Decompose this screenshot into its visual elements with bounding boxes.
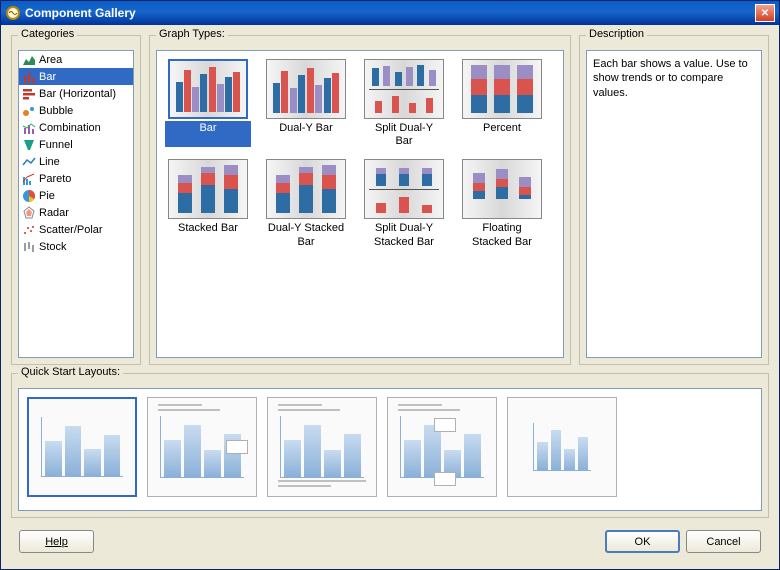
graph-type-splitdualy[interactable]: Split Dual-Y Bar bbox=[361, 59, 447, 149]
graph-type-dualystacked[interactable]: Dual-Y Stacked Bar bbox=[263, 159, 349, 249]
graph-thumb bbox=[364, 159, 444, 219]
window-title: Component Gallery bbox=[25, 6, 755, 20]
category-item-stock[interactable]: Stock bbox=[19, 238, 133, 255]
category-label: Radar bbox=[39, 207, 69, 219]
hbar-icon bbox=[22, 87, 36, 101]
category-item-pareto[interactable]: Pareto bbox=[19, 170, 133, 187]
category-label: Area bbox=[39, 54, 62, 66]
graph-type-label: Split Dual-Y Bar bbox=[361, 121, 447, 149]
layouts-row[interactable] bbox=[18, 388, 762, 511]
graph-thumb bbox=[266, 159, 346, 219]
types-legend: Graph Types: bbox=[156, 28, 228, 40]
dialog-window: Component Gallery ✕ Categories AreaBarBa… bbox=[0, 0, 780, 570]
combo-icon bbox=[22, 121, 36, 135]
category-label: Pareto bbox=[39, 173, 71, 185]
funnel-icon bbox=[22, 138, 36, 152]
close-button[interactable]: ✕ bbox=[755, 4, 775, 22]
graph-type-bar[interactable]: Bar bbox=[165, 59, 251, 149]
description-text: Each bar shows a value. Use to show tren… bbox=[586, 50, 762, 358]
pie-icon bbox=[22, 189, 36, 203]
description-legend: Description bbox=[586, 28, 647, 40]
category-label: Pie bbox=[39, 190, 55, 202]
button-row: Help OK Cancel bbox=[11, 526, 769, 557]
graph-type-dualy[interactable]: Dual-Y Bar bbox=[263, 59, 349, 149]
scatter-icon bbox=[22, 223, 36, 237]
titlebar: Component Gallery ✕ bbox=[1, 1, 779, 25]
category-item-line[interactable]: Line bbox=[19, 153, 133, 170]
layout-option-0[interactable] bbox=[27, 397, 137, 497]
graph-thumb bbox=[462, 159, 542, 219]
category-item-funnel[interactable]: Funnel bbox=[19, 136, 133, 153]
bubble-icon bbox=[22, 104, 36, 118]
category-label: Bubble bbox=[39, 105, 73, 117]
ok-button[interactable]: OK bbox=[605, 530, 680, 553]
graph-thumb bbox=[168, 59, 248, 119]
app-icon bbox=[5, 5, 21, 21]
graph-types-grid[interactable]: Bar Dual-Y Bar Split Dual-Y Bar Percent Stac… bbox=[156, 50, 564, 358]
layout-option-3[interactable] bbox=[387, 397, 497, 497]
radar-icon bbox=[22, 206, 36, 220]
graph-type-splitdualystacked[interactable]: Split Dual-Y Stacked Bar bbox=[361, 159, 447, 249]
categories-panel: Categories AreaBarBar (Horizontal)Bubble… bbox=[11, 35, 141, 365]
graph-thumb bbox=[364, 59, 444, 119]
layouts-legend: Quick Start Layouts: bbox=[18, 366, 123, 378]
graph-type-label: Stacked Bar bbox=[174, 221, 242, 247]
category-item-bar[interactable]: Bar bbox=[19, 68, 133, 85]
category-item-radar[interactable]: Radar bbox=[19, 204, 133, 221]
bar-icon bbox=[22, 70, 36, 84]
pareto-icon bbox=[22, 172, 36, 186]
graph-type-label: Floating Stacked Bar bbox=[459, 221, 545, 249]
help-button[interactable]: Help bbox=[19, 530, 94, 553]
categories-legend: Categories bbox=[18, 28, 77, 40]
layouts-panel: Quick Start Layouts: bbox=[11, 373, 769, 518]
area-icon bbox=[22, 53, 36, 67]
dialog-content: Categories Area Bar Bar (Horizontal) Bubble… bbox=[1, 25, 779, 569]
graph-type-stacked[interactable]: Stacked Bar bbox=[165, 159, 251, 249]
graph-type-percent[interactable]: Percent bbox=[459, 59, 545, 149]
graph-thumb bbox=[168, 159, 248, 219]
category-label: Stock bbox=[39, 241, 67, 253]
category-label: Line bbox=[39, 156, 60, 168]
category-item-bubble[interactable]: Bubble bbox=[19, 102, 133, 119]
graph-type-label: Bar bbox=[165, 121, 251, 147]
top-row: Categories AreaBarBar (Horizontal)Bubble… bbox=[11, 35, 769, 365]
categories-list[interactable]: Area Bar Bar (Horizontal) Bubble Combination… bbox=[18, 50, 134, 358]
graph-type-label: Split Dual-Y Stacked Bar bbox=[361, 221, 447, 249]
category-item-hbar[interactable]: Bar (Horizontal) bbox=[19, 85, 133, 102]
line-icon bbox=[22, 155, 36, 169]
cancel-button[interactable]: Cancel bbox=[686, 530, 761, 553]
graph-types-panel: Graph Types: BarDual-Y BarSplit Dual-Y B… bbox=[149, 35, 571, 365]
description-panel: Description Each bar shows a value. Use … bbox=[579, 35, 769, 365]
layout-option-4[interactable] bbox=[507, 397, 617, 497]
category-label: Funnel bbox=[39, 139, 73, 151]
graph-type-label: Dual-Y Bar bbox=[275, 121, 337, 147]
category-label: Scatter/Polar bbox=[39, 224, 103, 236]
layout-option-1[interactable] bbox=[147, 397, 257, 497]
category-label: Bar bbox=[39, 71, 56, 83]
category-item-scatter[interactable]: Scatter/Polar bbox=[19, 221, 133, 238]
graph-type-floating[interactable]: Floating Stacked Bar bbox=[459, 159, 545, 249]
category-label: Combination bbox=[39, 122, 101, 134]
stock-icon bbox=[22, 240, 36, 254]
category-label: Bar (Horizontal) bbox=[39, 88, 116, 100]
graph-type-label: Percent bbox=[479, 121, 525, 147]
graph-thumb bbox=[266, 59, 346, 119]
graph-thumb bbox=[462, 59, 542, 119]
category-item-pie[interactable]: Pie bbox=[19, 187, 133, 204]
category-item-area[interactable]: Area bbox=[19, 51, 133, 68]
layout-option-2[interactable] bbox=[267, 397, 377, 497]
category-item-combo[interactable]: Combination bbox=[19, 119, 133, 136]
graph-type-label: Dual-Y Stacked Bar bbox=[263, 221, 349, 249]
